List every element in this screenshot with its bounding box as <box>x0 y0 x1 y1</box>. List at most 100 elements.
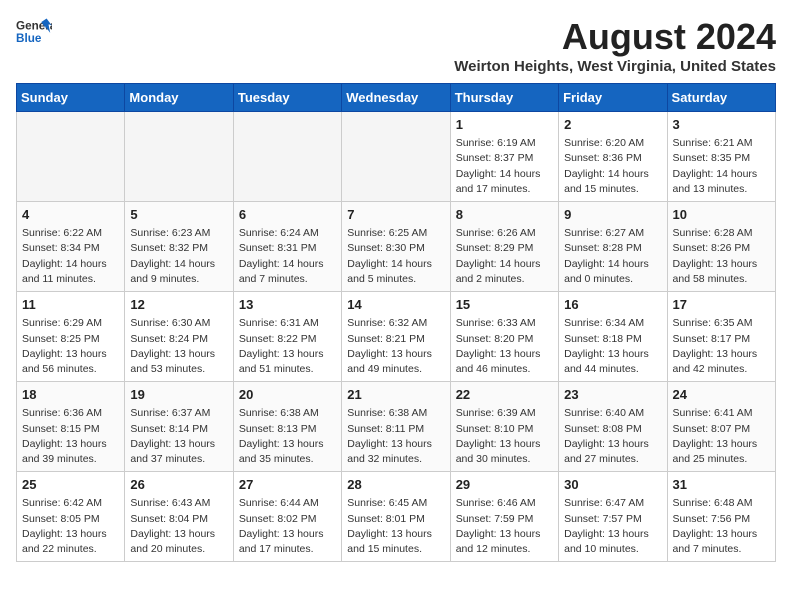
day-number: 14 <box>347 296 444 314</box>
day-info: Sunrise: 6:36 AMSunset: 8:15 PMDaylight:… <box>22 406 119 467</box>
week-row-4: 18 Sunrise: 6:36 AMSunset: 8:15 PMDayligh… <box>17 382 776 472</box>
day-info: Sunrise: 6:39 AMSunset: 8:10 PMDaylight:… <box>456 406 553 467</box>
day-number: 24 <box>673 386 770 404</box>
day-info: Sunrise: 6:40 AMSunset: 8:08 PMDaylight:… <box>564 406 661 467</box>
calendar-cell: 21 Sunrise: 6:38 AMSunset: 8:11 PMDayligh… <box>342 382 450 472</box>
day-info: Sunrise: 6:37 AMSunset: 8:14 PMDaylight:… <box>130 406 227 467</box>
day-info: Sunrise: 6:20 AMSunset: 8:36 PMDaylight:… <box>564 136 661 197</box>
calendar-cell: 15 Sunrise: 6:33 AMSunset: 8:20 PMDayligh… <box>450 292 558 382</box>
day-number: 16 <box>564 296 661 314</box>
day-info: Sunrise: 6:45 AMSunset: 8:01 PMDaylight:… <box>347 496 444 557</box>
logo-icon: General Blue <box>16 16 52 48</box>
calendar-cell: 2 Sunrise: 6:20 AMSunset: 8:36 PMDaylight… <box>559 112 667 202</box>
weekday-header-thursday: Thursday <box>450 84 558 112</box>
calendar-cell: 16 Sunrise: 6:34 AMSunset: 8:18 PMDayligh… <box>559 292 667 382</box>
day-number: 18 <box>22 386 119 404</box>
day-info: Sunrise: 6:24 AMSunset: 8:31 PMDaylight:… <box>239 226 336 287</box>
day-number: 3 <box>673 116 770 134</box>
calendar-cell: 8Sunrise: 6:26 AMSunset: 8:29 PMDaylight… <box>450 202 558 292</box>
day-number: 20 <box>239 386 336 404</box>
day-info: Sunrise: 6:42 AMSunset: 8:05 PMDaylight:… <box>22 496 119 557</box>
calendar-cell: 13Sunrise: 6:31 AMSunset: 8:22 PMDayligh… <box>233 292 341 382</box>
day-info: Sunrise: 6:35 AMSunset: 8:17 PMDaylight:… <box>673 316 770 377</box>
day-info: Sunrise: 6:44 AMSunset: 8:02 PMDaylight:… <box>239 496 336 557</box>
calendar-body: 1 Sunrise: 6:19 AMSunset: 8:37 PMDaylight… <box>17 112 776 562</box>
day-info: Sunrise: 6:21 AMSunset: 8:35 PMDaylight:… <box>673 136 770 197</box>
day-number: 5 <box>130 206 227 224</box>
calendar-cell: 29Sunrise: 6:46 AMSunset: 7:59 PMDayligh… <box>450 472 558 562</box>
weekday-header-tuesday: Tuesday <box>233 84 341 112</box>
calendar-cell: 6Sunrise: 6:24 AMSunset: 8:31 PMDaylight… <box>233 202 341 292</box>
day-info: Sunrise: 6:19 AMSunset: 8:37 PMDaylight:… <box>456 136 553 197</box>
day-number: 19 <box>130 386 227 404</box>
day-number: 30 <box>564 476 661 494</box>
day-number: 10 <box>673 206 770 224</box>
calendar-cell: 20Sunrise: 6:38 AMSunset: 8:13 PMDayligh… <box>233 382 341 472</box>
day-number: 29 <box>456 476 553 494</box>
calendar-cell <box>125 112 233 202</box>
day-number: 11 <box>22 296 119 314</box>
calendar-cell <box>17 112 125 202</box>
calendar-cell: 5Sunrise: 6:23 AMSunset: 8:32 PMDaylight… <box>125 202 233 292</box>
day-info: Sunrise: 6:34 AMSunset: 8:18 PMDaylight:… <box>564 316 661 377</box>
day-info: Sunrise: 6:32 AMSunset: 8:21 PMDaylight:… <box>347 316 444 377</box>
title-area: August 2024 Weirton Heights, West Virgin… <box>454 16 776 75</box>
day-info: Sunrise: 6:47 AMSunset: 7:57 PMDaylight:… <box>564 496 661 557</box>
calendar-cell <box>233 112 341 202</box>
calendar-cell: 9Sunrise: 6:27 AMSunset: 8:28 PMDaylight… <box>559 202 667 292</box>
calendar-table: SundayMondayTuesdayWednesdayThursdayFrid… <box>16 83 776 562</box>
calendar-cell <box>342 112 450 202</box>
weekday-header-friday: Friday <box>559 84 667 112</box>
location: Weirton Heights, West Virginia, United S… <box>454 58 776 75</box>
day-info: Sunrise: 6:22 AMSunset: 8:34 PMDaylight:… <box>22 226 119 287</box>
day-number: 22 <box>456 386 553 404</box>
calendar-cell: 23 Sunrise: 6:40 AMSunset: 8:08 PMDayligh… <box>559 382 667 472</box>
day-number: 4 <box>22 206 119 224</box>
day-info: Sunrise: 6:26 AMSunset: 8:29 PMDaylight:… <box>456 226 553 287</box>
day-number: 28 <box>347 476 444 494</box>
day-info: Sunrise: 6:33 AMSunset: 8:20 PMDaylight:… <box>456 316 553 377</box>
day-info: Sunrise: 6:41 AMSunset: 8:07 PMDaylight:… <box>673 406 770 467</box>
week-row-1: 1 Sunrise: 6:19 AMSunset: 8:37 PMDaylight… <box>17 112 776 202</box>
day-number: 17 <box>673 296 770 314</box>
day-number: 15 <box>456 296 553 314</box>
day-number: 1 <box>456 116 553 134</box>
logo: General Blue <box>16 16 52 48</box>
week-row-5: 25 Sunrise: 6:42 AMSunset: 8:05 PMDayligh… <box>17 472 776 562</box>
calendar-cell: 14 Sunrise: 6:32 AMSunset: 8:21 PMDayligh… <box>342 292 450 382</box>
day-info: Sunrise: 6:25 AMSunset: 8:30 PMDaylight:… <box>347 226 444 287</box>
day-number: 7 <box>347 206 444 224</box>
calendar-cell: 12Sunrise: 6:30 AMSunset: 8:24 PMDayligh… <box>125 292 233 382</box>
calendar-cell: 19 Sunrise: 6:37 AMSunset: 8:14 PMDayligh… <box>125 382 233 472</box>
day-number: 26 <box>130 476 227 494</box>
day-number: 31 <box>673 476 770 494</box>
week-row-3: 11 Sunrise: 6:29 AMSunset: 8:25 PMDayligh… <box>17 292 776 382</box>
day-number: 21 <box>347 386 444 404</box>
day-info: Sunrise: 6:38 AMSunset: 8:11 PMDaylight:… <box>347 406 444 467</box>
day-number: 25 <box>22 476 119 494</box>
calendar-cell: 3 Sunrise: 6:21 AMSunset: 8:35 PMDaylight… <box>667 112 775 202</box>
weekday-header-wednesday: Wednesday <box>342 84 450 112</box>
calendar-cell: 17 Sunrise: 6:35 AMSunset: 8:17 PMDayligh… <box>667 292 775 382</box>
day-info: Sunrise: 6:31 AMSunset: 8:22 PMDaylight:… <box>239 316 336 377</box>
day-number: 23 <box>564 386 661 404</box>
day-number: 12 <box>130 296 227 314</box>
calendar-cell: 22 Sunrise: 6:39 AMSunset: 8:10 PMDayligh… <box>450 382 558 472</box>
day-number: 2 <box>564 116 661 134</box>
calendar-cell: 25 Sunrise: 6:42 AMSunset: 8:05 PMDayligh… <box>17 472 125 562</box>
calendar-cell: 1 Sunrise: 6:19 AMSunset: 8:37 PMDaylight… <box>450 112 558 202</box>
calendar-cell: 27Sunrise: 6:44 AMSunset: 8:02 PMDayligh… <box>233 472 341 562</box>
day-info: Sunrise: 6:29 AMSunset: 8:25 PMDaylight:… <box>22 316 119 377</box>
calendar-cell: 4 Sunrise: 6:22 AMSunset: 8:34 PMDaylight… <box>17 202 125 292</box>
day-number: 9 <box>564 206 661 224</box>
weekday-header-sunday: Sunday <box>17 84 125 112</box>
day-info: Sunrise: 6:28 AMSunset: 8:26 PMDaylight:… <box>673 226 770 287</box>
page-header: General Blue August 2024 Weirton Heights… <box>16 16 776 75</box>
calendar-cell: 24 Sunrise: 6:41 AMSunset: 8:07 PMDayligh… <box>667 382 775 472</box>
calendar-cell: 31Sunrise: 6:48 AMSunset: 7:56 PMDayligh… <box>667 472 775 562</box>
calendar-cell: 26 Sunrise: 6:43 AMSunset: 8:04 PMDayligh… <box>125 472 233 562</box>
day-info: Sunrise: 6:43 AMSunset: 8:04 PMDaylight:… <box>130 496 227 557</box>
calendar-cell: 11 Sunrise: 6:29 AMSunset: 8:25 PMDayligh… <box>17 292 125 382</box>
weekday-header-saturday: Saturday <box>667 84 775 112</box>
calendar-cell: 30 Sunrise: 6:47 AMSunset: 7:57 PMDayligh… <box>559 472 667 562</box>
